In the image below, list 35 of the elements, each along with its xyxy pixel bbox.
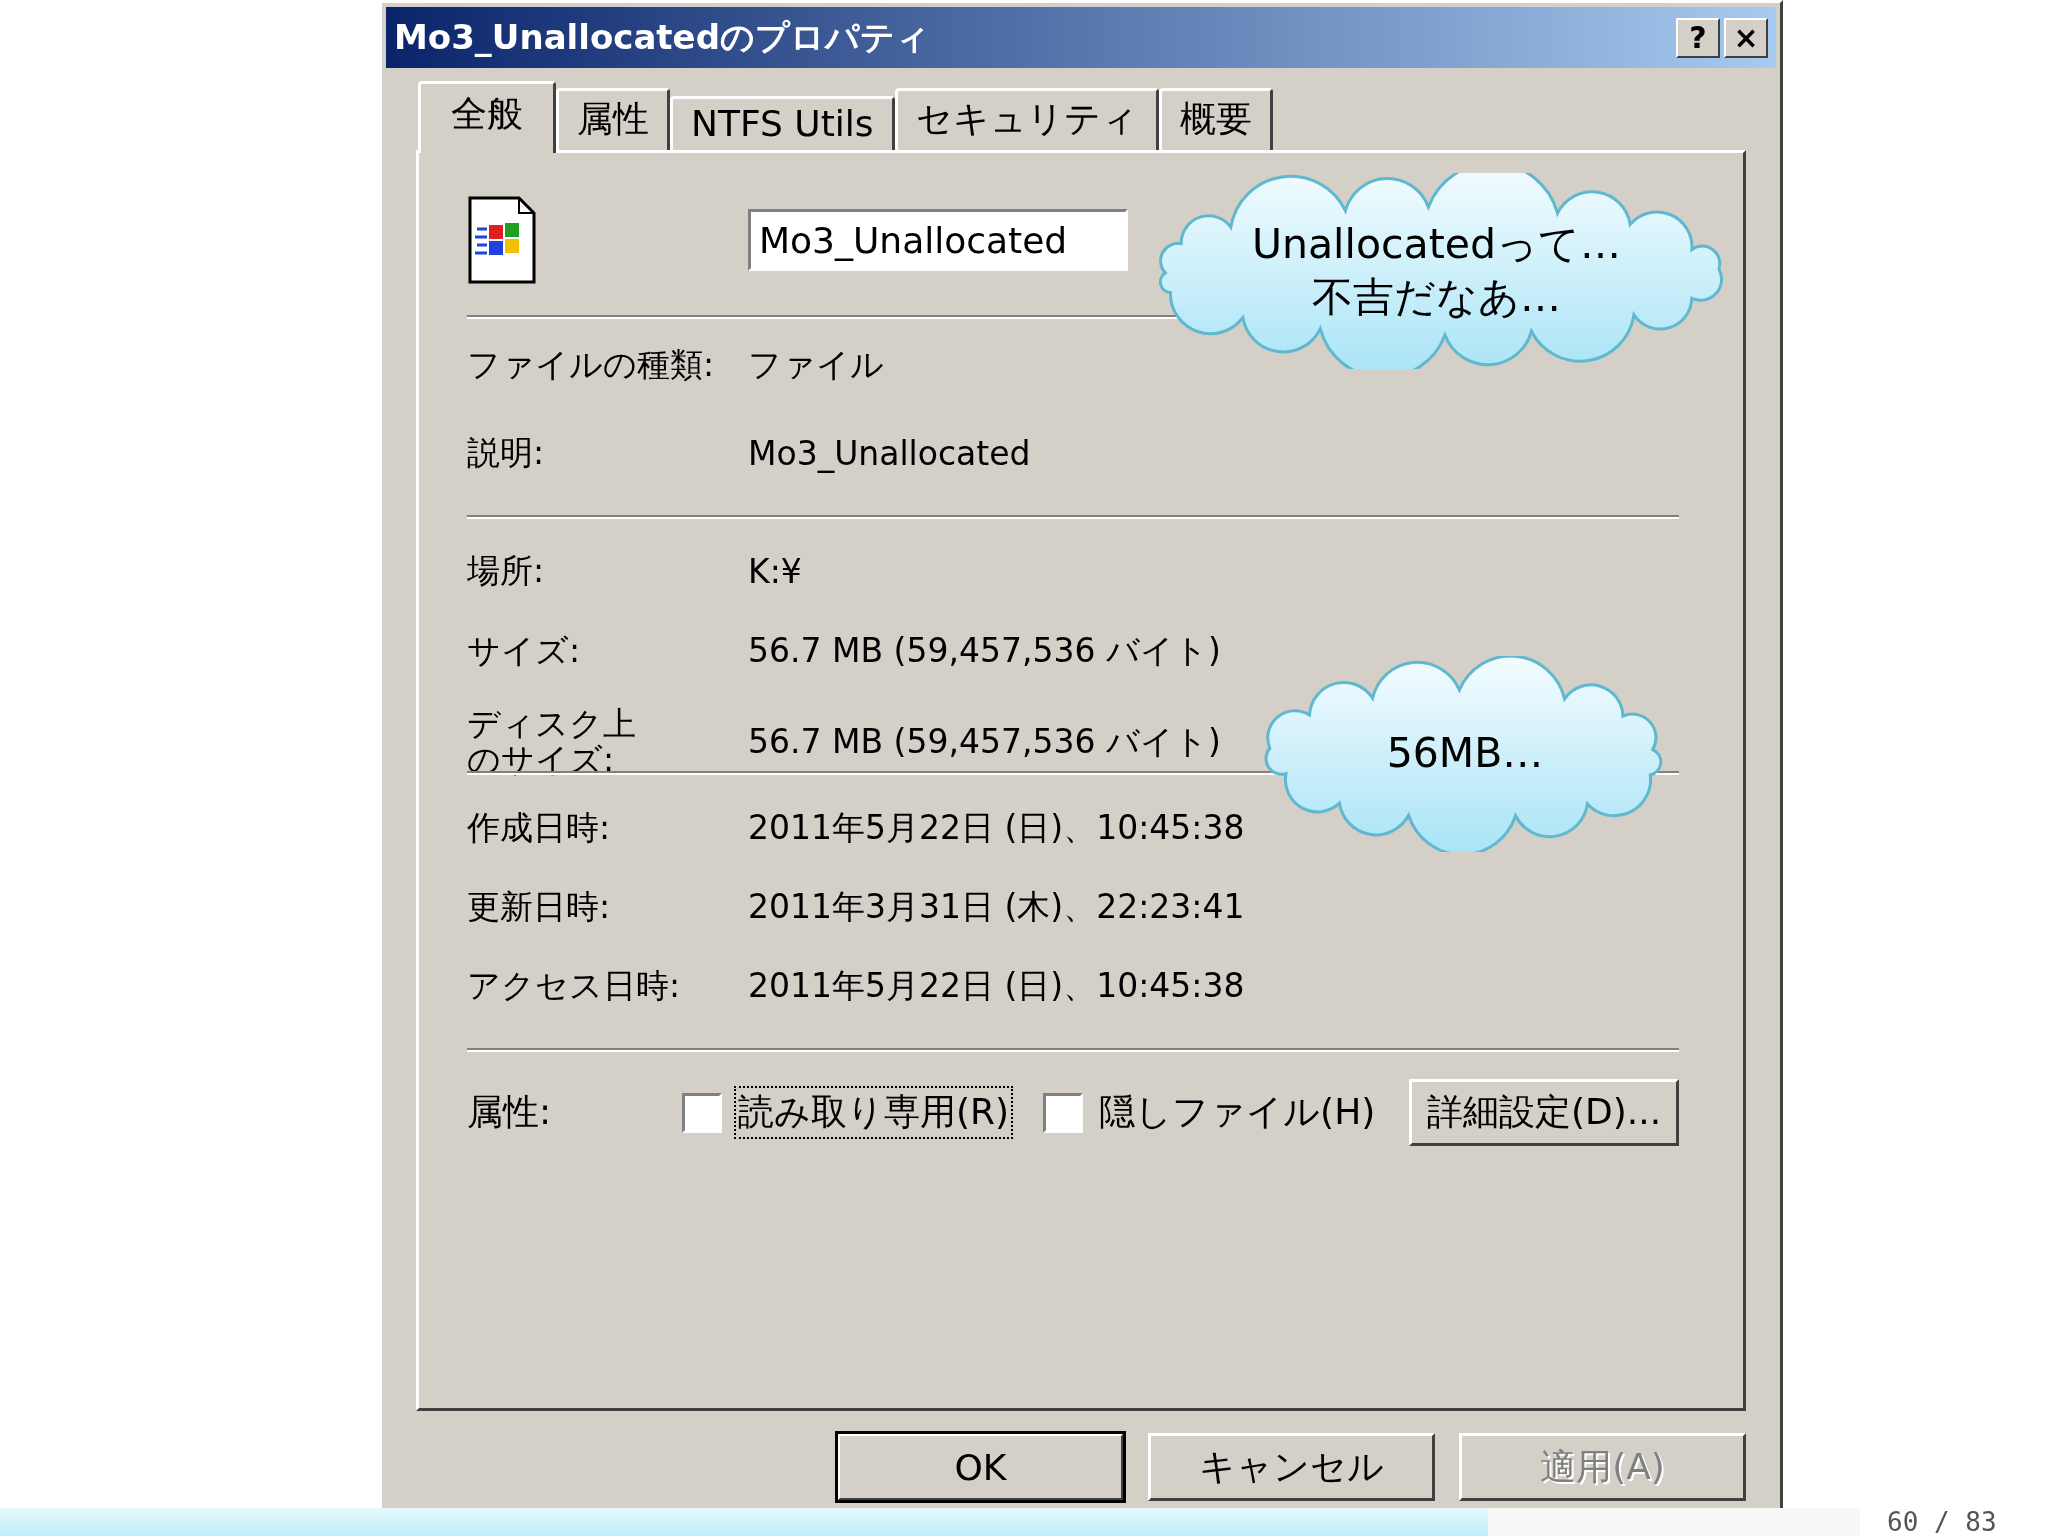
property-value: 2011年3月31日 (木)、22:23:41 <box>748 886 1245 928</box>
page-number: 60 / 83 <box>1887 1507 1997 1536</box>
callout-text: Unallocatedって… 不吉だなあ… <box>1252 218 1621 323</box>
property-label: 更新日時: <box>467 889 611 926</box>
help-button[interactable]: ? <box>1676 17 1720 58</box>
property-value: K:¥ <box>748 551 802 591</box>
window-title: Mo3_Unallocatedのプロパティ <box>394 15 932 59</box>
tab[interactable]: 概要 <box>1158 88 1273 150</box>
checkbox-label[interactable]: 隠しファイル(H) <box>1095 1086 1380 1139</box>
file-icon <box>467 195 537 285</box>
property-label: 説明: <box>467 434 545 472</box>
property-label: ファイルの種類: <box>467 346 715 384</box>
checkbox[interactable] <box>682 1092 722 1133</box>
property-label: 場所: <box>467 552 545 590</box>
property-value: ファイル <box>748 343 884 386</box>
tab[interactable]: 全般 <box>418 81 556 153</box>
property-label: 属性: <box>467 1090 553 1134</box>
tab[interactable]: セキュリティ <box>894 88 1159 150</box>
property-value: Mo3_Unallocated <box>748 433 1031 473</box>
property-value: 2011年5月22日 (日)、10:45:38 <box>748 965 1245 1007</box>
checkbox-label[interactable]: 読み取り専用(R) <box>734 1086 1014 1139</box>
property-label: サイズ: <box>467 632 581 670</box>
property-value: 56.7 MB (59,457,536 バイト) <box>748 629 1221 672</box>
advanced-button[interactable]: 詳細設定(D)... <box>1409 1079 1679 1146</box>
close-button[interactable]: × <box>1724 17 1768 58</box>
property-value: 2011年5月22日 (日)、10:45:38 <box>748 807 1245 849</box>
property-value: 56.7 MB (59,457,536 バイト) <box>748 720 1221 763</box>
property-label: アクセス日時: <box>467 968 681 1005</box>
property-label: 作成日時: <box>467 810 611 847</box>
dialog-button[interactable]: OK <box>837 1433 1124 1501</box>
checkbox[interactable] <box>1043 1092 1084 1133</box>
tab[interactable]: 属性 <box>556 88 670 150</box>
dialog-button[interactable]: キャンセル <box>1148 1433 1435 1501</box>
tab[interactable]: NTFS Utils <box>670 96 895 150</box>
callout-text: 56MB… <box>1386 728 1544 780</box>
